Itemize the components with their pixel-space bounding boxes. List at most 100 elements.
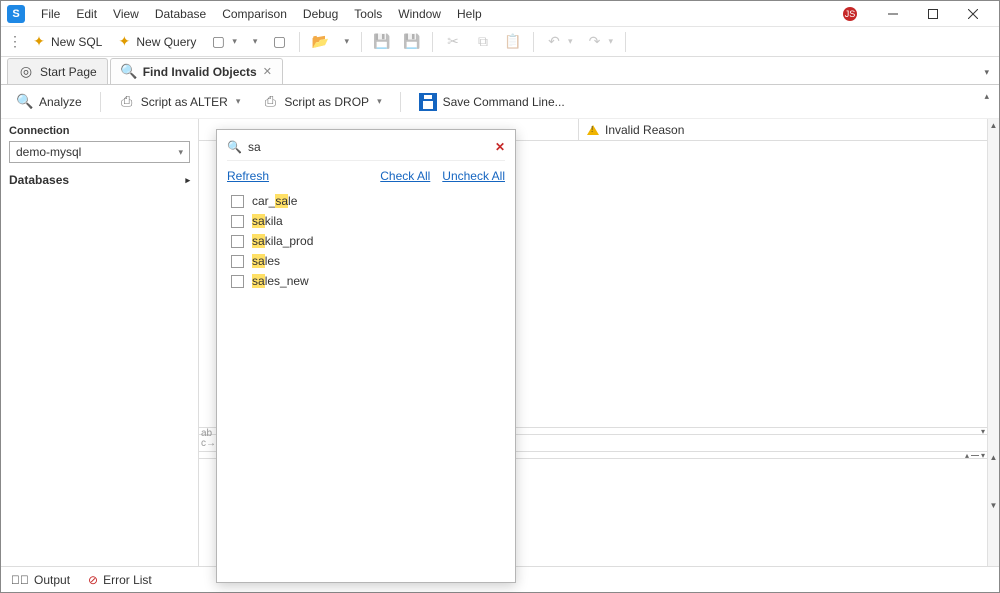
- scroll-up-icon[interactable]: ▲: [988, 451, 999, 463]
- save-all-icon: 💾: [404, 34, 420, 50]
- tab-overflow-button[interactable]: ▾: [980, 63, 993, 82]
- menu-window[interactable]: Window: [390, 4, 449, 24]
- database-name-label: sakila_prod: [252, 234, 313, 248]
- menu-edit[interactable]: Edit: [68, 4, 105, 24]
- copy-button[interactable]: ⧉: [469, 30, 497, 54]
- database-list-item[interactable]: sakila: [231, 211, 505, 231]
- error-list-icon: ⊘: [88, 573, 98, 587]
- checkbox[interactable]: [231, 255, 244, 268]
- menu-bar: S File Edit View Database Comparison Deb…: [1, 1, 999, 27]
- window-maximize-button[interactable]: [913, 2, 953, 26]
- output-arrow-icon: �⃞: [11, 573, 29, 587]
- tab-start-label: Start Page: [40, 65, 97, 79]
- cut-button[interactable]: ✂: [439, 30, 467, 54]
- folder-icon: ▢: [210, 34, 226, 50]
- database-search-input[interactable]: [248, 140, 489, 154]
- menu-tools[interactable]: Tools: [346, 4, 390, 24]
- connection-combo[interactable]: demo-mysql ▾: [9, 141, 190, 163]
- vertical-scrollbar-2[interactable]: ▲ ▼: [987, 451, 999, 511]
- toolbar-dropdown-2[interactable]: ▾: [336, 30, 355, 54]
- sql-sparkle-icon: ✦: [31, 34, 47, 50]
- action-overflow-button[interactable]: ▴: [980, 87, 993, 106]
- app-logo-icon: S: [7, 5, 25, 23]
- save-icon: 💾: [374, 34, 390, 50]
- clear-search-button[interactable]: ✕: [495, 140, 505, 154]
- new-sql-button[interactable]: ✦ New SQL: [25, 30, 108, 54]
- undo-button[interactable]: ↶▾: [540, 30, 579, 54]
- uncheck-all-link[interactable]: Uncheck All: [442, 169, 505, 183]
- save-command-line-button[interactable]: Save Command Line...: [411, 88, 573, 116]
- undo-icon: ↶: [546, 34, 562, 50]
- window-close-button[interactable]: [953, 2, 993, 26]
- save-disk-icon: [419, 93, 437, 111]
- database-list-item[interactable]: sales_new: [231, 271, 505, 291]
- script-drop-icon: ⎙: [262, 94, 278, 110]
- grip-icon: ⋮: [7, 34, 23, 50]
- chevron-right-icon: ▸: [185, 175, 190, 186]
- magnify-icon: 🔍: [17, 94, 33, 110]
- editor-gutter-marks: abc→: [201, 429, 216, 449]
- menu-help[interactable]: Help: [449, 4, 490, 24]
- new-query-button[interactable]: ✦ New Query: [110, 30, 202, 54]
- chevron-down-icon: ▾: [981, 427, 985, 436]
- check-all-link[interactable]: Check All: [380, 169, 430, 183]
- invalid-reason-label: Invalid Reason: [605, 123, 684, 137]
- query-sparkle-icon: ✦: [116, 34, 132, 50]
- tab-close-icon[interactable]: ✕: [263, 65, 272, 78]
- output-panel-button[interactable]: �⃞ Output: [11, 573, 70, 587]
- new-query-label: New Query: [136, 35, 196, 49]
- split-down-icon: ▾: [981, 451, 985, 460]
- checkbox[interactable]: [231, 235, 244, 248]
- window-minimize-button[interactable]: [873, 2, 913, 26]
- database-name-label: car_sale: [252, 194, 297, 208]
- chevron-down-icon: ▾: [236, 96, 241, 107]
- analyze-button[interactable]: 🔍 Analyze: [9, 88, 90, 116]
- sidebar-panel: Connection demo-mysql ▾ Databases ▸: [1, 119, 199, 566]
- script-as-alter-button[interactable]: ⎙ Script as ALTER ▾: [111, 88, 249, 116]
- menu-debug[interactable]: Debug: [295, 4, 346, 24]
- script-alter-label: Script as ALTER: [141, 95, 228, 109]
- menu-comparison[interactable]: Comparison: [214, 4, 295, 24]
- database-list-item[interactable]: car_sale: [231, 191, 505, 211]
- paste-icon: 📋: [505, 34, 521, 50]
- toolbar-btn-1[interactable]: ▢▾: [204, 30, 243, 54]
- chevron-down-icon: ▾: [568, 36, 573, 47]
- chevron-down-icon: ▾: [253, 36, 258, 47]
- script-as-drop-button[interactable]: ⎙ Script as DROP ▾: [254, 88, 389, 116]
- refresh-link[interactable]: Refresh: [227, 169, 269, 183]
- menu-view[interactable]: View: [105, 4, 147, 24]
- action-toolbar: 🔍 Analyze ⎙ Script as ALTER ▾ ⎙ Script a…: [1, 85, 999, 119]
- tab-find-invalid-objects[interactable]: 🔍 Find Invalid Objects ✕: [110, 58, 283, 84]
- redo-button[interactable]: ↷▾: [581, 30, 620, 54]
- connection-value: demo-mysql: [16, 145, 81, 159]
- warning-icon: [587, 125, 599, 135]
- save-all-button[interactable]: 💾: [398, 30, 426, 54]
- toolbar-btn-3[interactable]: 📂: [306, 30, 334, 54]
- database-list-item[interactable]: sales: [231, 251, 505, 271]
- scroll-up-icon[interactable]: ▲: [988, 119, 999, 131]
- databases-label: Databases: [9, 173, 69, 187]
- menu-database[interactable]: Database: [147, 4, 214, 24]
- toolbar-dropdown-1[interactable]: ▾: [245, 30, 264, 54]
- checkbox[interactable]: [231, 215, 244, 228]
- redo-icon: ↷: [587, 34, 603, 50]
- analyze-label: Analyze: [39, 95, 82, 109]
- toolbar-btn-2[interactable]: ▢: [265, 30, 293, 54]
- database-filter-popup: 🔍 ✕ Refresh Check All Uncheck All car_sa…: [216, 129, 516, 583]
- checkbox[interactable]: [231, 275, 244, 288]
- save-button[interactable]: 💾: [368, 30, 396, 54]
- database-list-item[interactable]: sakila_prod: [231, 231, 505, 251]
- databases-section-header[interactable]: Databases ▸: [9, 173, 190, 187]
- output-label: Output: [34, 573, 70, 587]
- checkbox[interactable]: [231, 195, 244, 208]
- error-list-panel-button[interactable]: ⊘ Error List: [88, 573, 152, 587]
- user-badge[interactable]: JS: [843, 7, 857, 21]
- tab-start-page[interactable]: ◎ Start Page: [7, 58, 108, 84]
- paste-button[interactable]: 📋: [499, 30, 527, 54]
- script-drop-label: Script as DROP: [284, 95, 369, 109]
- menu-file[interactable]: File: [33, 4, 68, 24]
- scroll-down-icon[interactable]: ▼: [988, 499, 999, 511]
- grid-col-invalid-reason[interactable]: Invalid Reason: [579, 119, 987, 140]
- chevron-down-icon: ▾: [178, 147, 183, 158]
- script-alter-icon: ⎙: [119, 94, 135, 110]
